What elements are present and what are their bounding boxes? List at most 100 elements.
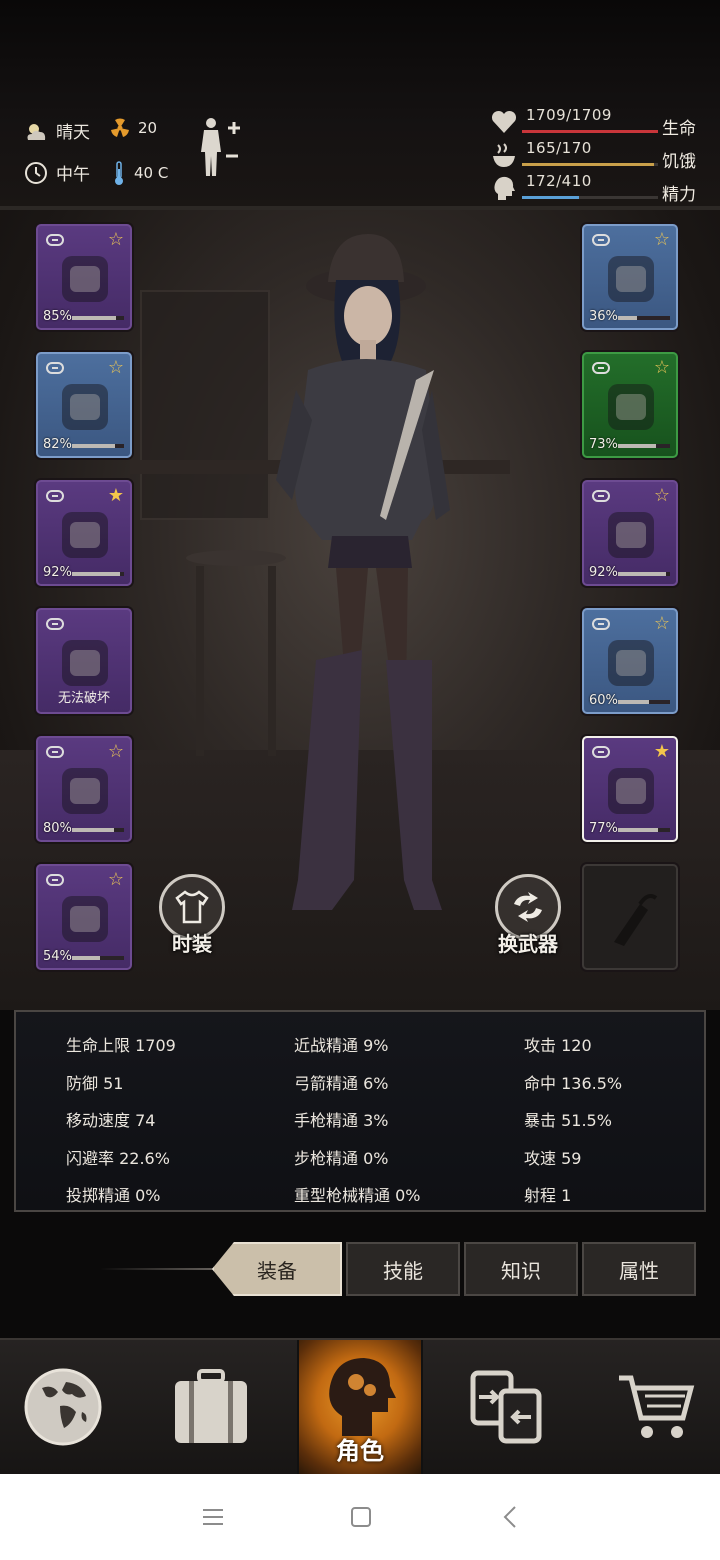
equip-slot-right[interactable]: ☆ 60% <box>582 608 678 714</box>
link-icon <box>592 362 610 374</box>
favorite-star-icon[interactable]: ☆ <box>108 871 124 889</box>
stat-entry: 闪避率 22.6% <box>66 1148 170 1168</box>
durability-bar <box>72 828 124 832</box>
durability-bar-fill <box>618 444 656 448</box>
riot-shield-icon <box>596 628 666 700</box>
durability-bar-fill <box>72 444 115 448</box>
tab-equipment[interactable]: 装备 <box>212 1242 342 1296</box>
outfit-button[interactable]: 时装 <box>156 874 228 964</box>
head-silhouette-icon <box>494 176 515 200</box>
back-icon[interactable] <box>496 1502 526 1532</box>
favorite-star-icon[interactable]: ★ <box>108 487 124 505</box>
link-icon <box>46 874 64 886</box>
stat-entry: 移动速度 74 <box>66 1111 156 1130</box>
switch-weapon-label: 换武器 <box>498 932 558 956</box>
radiation-status: 20 <box>110 118 157 138</box>
health-bar-fill <box>522 130 658 133</box>
police-helmet-icon <box>50 244 120 316</box>
favorite-star-icon[interactable]: ★ <box>654 743 670 761</box>
stat-entry: 攻击 120 <box>524 1036 592 1055</box>
tab-label: 技能 <box>383 1258 423 1283</box>
switch-weapon-button[interactable]: 换武器 <box>492 874 564 964</box>
body-condition-button[interactable] <box>196 116 242 184</box>
durability-bar-fill <box>618 700 650 704</box>
gas-mask-icon <box>596 372 666 444</box>
equip-slot-left[interactable]: ☆ 82% <box>36 352 132 458</box>
favorite-star-icon[interactable]: ☆ <box>654 231 670 249</box>
durability-bar <box>618 316 670 320</box>
link-icon <box>592 234 610 246</box>
stat-entry: 暴击 51.5% <box>524 1111 612 1130</box>
energy-value: 172/410 <box>526 172 592 190</box>
trade-icon <box>470 1370 542 1444</box>
durability-bar <box>618 444 670 448</box>
police-vest-icon <box>596 500 666 572</box>
tshirt-icon <box>175 890 209 924</box>
tab-knowledge[interactable]: 知识 <box>464 1242 578 1296</box>
durability-bar-fill <box>72 956 101 960</box>
equip-slot-right[interactable]: ☆ 36% <box>582 224 678 330</box>
temperature-status: 40 C <box>112 160 168 186</box>
favorite-star-icon[interactable]: ☆ <box>108 743 124 761</box>
steam-bowl-icon <box>493 143 515 167</box>
nav-shop[interactable] <box>594 1340 720 1474</box>
equip-slot-left[interactable]: ☆ 80% <box>36 736 132 842</box>
outfit-label: 时装 <box>172 932 212 956</box>
equip-slot-left[interactable]: ☆ 85% <box>36 224 132 330</box>
link-icon <box>592 618 610 630</box>
favorite-star-icon[interactable]: ☆ <box>654 487 670 505</box>
durability-bar <box>72 572 124 576</box>
equip-slot-right[interactable] <box>582 864 678 970</box>
nav-trade[interactable] <box>444 1340 570 1474</box>
body-figure-icon <box>201 118 240 176</box>
favorite-star-icon[interactable]: ☆ <box>654 615 670 633</box>
energy-label: 精力 <box>662 185 696 205</box>
favorite-star-icon[interactable]: ☆ <box>108 231 124 249</box>
tab-label: 属性 <box>619 1258 659 1283</box>
home-icon[interactable] <box>346 1502 376 1532</box>
durability-bar-fill <box>618 572 666 576</box>
stat-entry: 近战精通 9% <box>294 1036 389 1055</box>
durability-bar-fill <box>618 316 637 320</box>
energy-vital: 172/410 精力 <box>490 172 710 205</box>
equip-slot-left[interactable]: ★ 92% <box>36 480 132 586</box>
link-icon <box>46 618 64 630</box>
durability-percent: 73% <box>589 437 618 452</box>
nav-character[interactable]: 角色 <box>297 1340 423 1474</box>
weather-text: 晴天 <box>56 123 90 143</box>
slot-caption: 无法破坏 <box>57 691 110 706</box>
menu-icon[interactable] <box>198 1502 228 1532</box>
world-map-icon <box>24 1368 102 1446</box>
stat-entry: 生命上限 1709 <box>66 1036 176 1055</box>
tab-attributes[interactable]: 属性 <box>582 1242 696 1296</box>
durability-bar <box>72 956 124 960</box>
durability-percent: 54% <box>43 949 72 964</box>
nav-world-map[interactable] <box>0 1340 126 1474</box>
equip-slot-right[interactable]: ☆ 73% <box>582 352 678 458</box>
radiation-value: 20 <box>138 119 158 137</box>
shopping-cart-icon <box>619 1375 695 1438</box>
link-icon <box>46 490 64 502</box>
durability-bar <box>618 828 670 832</box>
link-icon <box>46 234 64 246</box>
equip-slot-right[interactable]: ☆ 92% <box>582 480 678 586</box>
time-text: 中午 <box>56 165 90 185</box>
equip-slot-right[interactable]: ★ 77% <box>582 736 678 842</box>
equip-slot-left[interactable]: ☆ 54% <box>36 864 132 970</box>
tab-skills[interactable]: 技能 <box>346 1242 460 1296</box>
durability-bar <box>618 700 670 704</box>
stat-entry: 命中 136.5% <box>524 1073 623 1093</box>
tab-label: 装备 <box>257 1258 297 1283</box>
equip-slot-left[interactable]: 无法破坏 <box>36 608 132 714</box>
stat-entry: 防御 51 <box>66 1073 124 1093</box>
favorite-star-icon[interactable]: ☆ <box>108 359 124 377</box>
nav-character-label: 角色 <box>336 1437 384 1465</box>
health-label: 生命 <box>662 119 696 139</box>
status-header: 晴天 20 中午 40 C 1709/1709 生命 165/170 饥饿 17… <box>0 0 720 210</box>
stat-entry: 攻速 59 <box>524 1148 582 1168</box>
hunger-bar-fill <box>522 163 654 166</box>
favorite-star-icon[interactable]: ☆ <box>654 359 670 377</box>
system-navigation-bar <box>0 1474 720 1560</box>
stat-entry: 步枪精通 0% <box>294 1148 389 1168</box>
nav-inventory[interactable] <box>148 1340 274 1474</box>
